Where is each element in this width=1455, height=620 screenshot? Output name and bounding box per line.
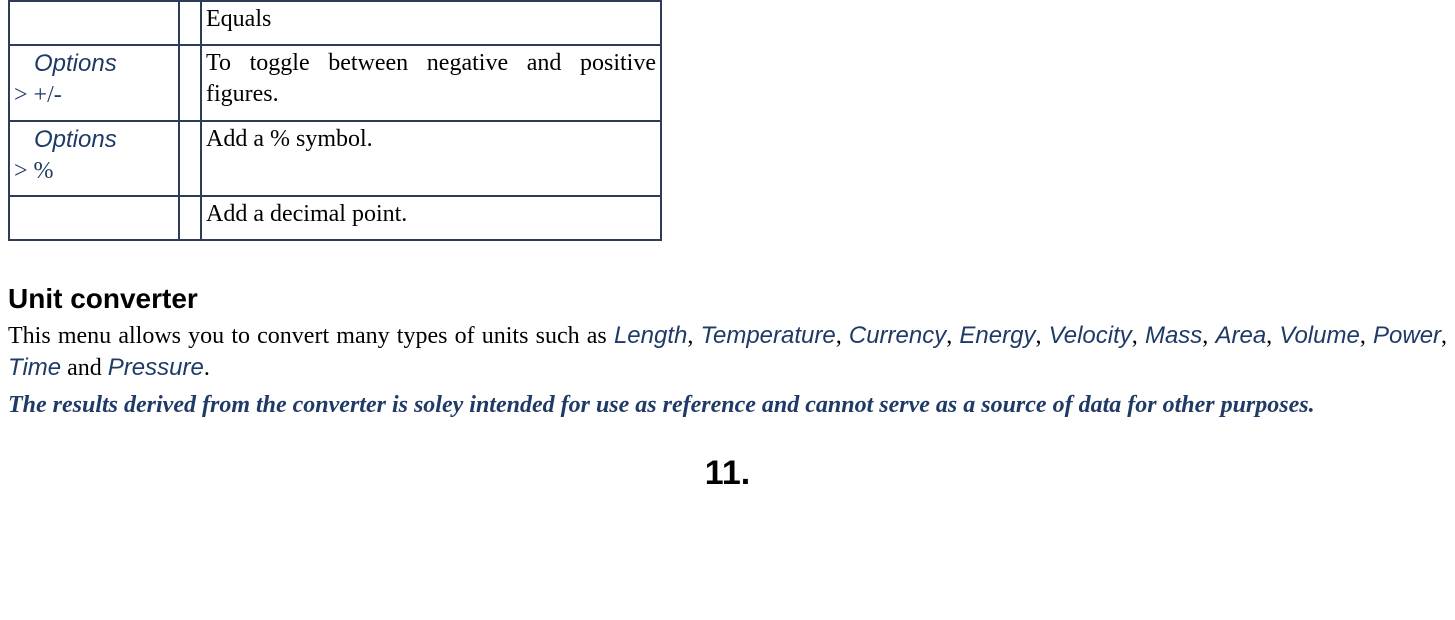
unit-area: Area (1215, 322, 1266, 349)
unit-volume: Volume (1279, 322, 1359, 349)
section-body: This menu allows you to convert many typ… (8, 320, 1447, 384)
sep: , (1132, 323, 1145, 349)
unit-temperature: Temperature (701, 322, 836, 349)
body-post-text: . (204, 355, 210, 381)
gt-symbol: > (14, 82, 34, 108)
description-text: Add a % symbol. (206, 124, 656, 155)
sep: , (1441, 323, 1447, 349)
sep: , (687, 323, 700, 349)
unit-energy: Energy (959, 322, 1035, 349)
unit-pressure: Pressure (108, 354, 204, 381)
unit-velocity: Velocity (1049, 322, 1132, 349)
table-row: Options > +/- To toggle between negative… (9, 45, 661, 120)
sep: , (836, 323, 849, 349)
option-word (14, 201, 34, 228)
sep: , (1035, 323, 1048, 349)
option-word (14, 6, 34, 33)
section-title: Unit converter (8, 281, 1447, 317)
spacer-cell (179, 196, 201, 240)
option-cell: Options > +/- (9, 45, 179, 120)
unit-power: Power (1373, 322, 1441, 349)
table-row: Options > % Add a % symbol. (9, 121, 661, 196)
description-cell: To toggle between negative and positive … (201, 45, 661, 120)
unit-length: Length (614, 322, 687, 349)
option-cell (9, 196, 179, 240)
description-text: To toggle between negative and positive … (206, 48, 656, 110)
option-word: Options (14, 126, 117, 153)
spacer-cell (179, 1, 201, 45)
description-cell: Add a decimal point. (201, 196, 661, 240)
sep-and: and (61, 355, 108, 381)
unit-mass: Mass (1145, 322, 1202, 349)
table-row: Add a decimal point. (9, 196, 661, 240)
option-word: Options (14, 50, 117, 77)
spacer-cell (179, 121, 201, 196)
disclaimer-note: The results derived from the converter i… (8, 390, 1447, 421)
function-table: Equals Options > +/- To toggle between n… (8, 0, 662, 241)
option-suffix: % (34, 158, 54, 184)
sep: , (1266, 323, 1279, 349)
unit-currency: Currency (849, 322, 946, 349)
description-cell: Equals (201, 1, 661, 45)
spacer-cell (179, 45, 201, 120)
option-suffix: +/- (34, 82, 62, 108)
description-text: Add a decimal point. (206, 199, 656, 230)
gt-symbol: > (14, 158, 34, 184)
sep: , (1360, 323, 1373, 349)
table-row: Equals (9, 1, 661, 45)
unit-time: Time (8, 354, 61, 381)
document-page: Equals Options > +/- To toggle between n… (0, 0, 1455, 495)
sep: , (1202, 323, 1215, 349)
page-number: 11. (8, 451, 1447, 495)
sep: , (946, 323, 959, 349)
option-cell: Options > % (9, 121, 179, 196)
description-text: Equals (206, 4, 656, 35)
body-pre-text: This menu allows you to convert many typ… (8, 323, 614, 349)
option-cell (9, 1, 179, 45)
description-cell: Add a % symbol. (201, 121, 661, 196)
